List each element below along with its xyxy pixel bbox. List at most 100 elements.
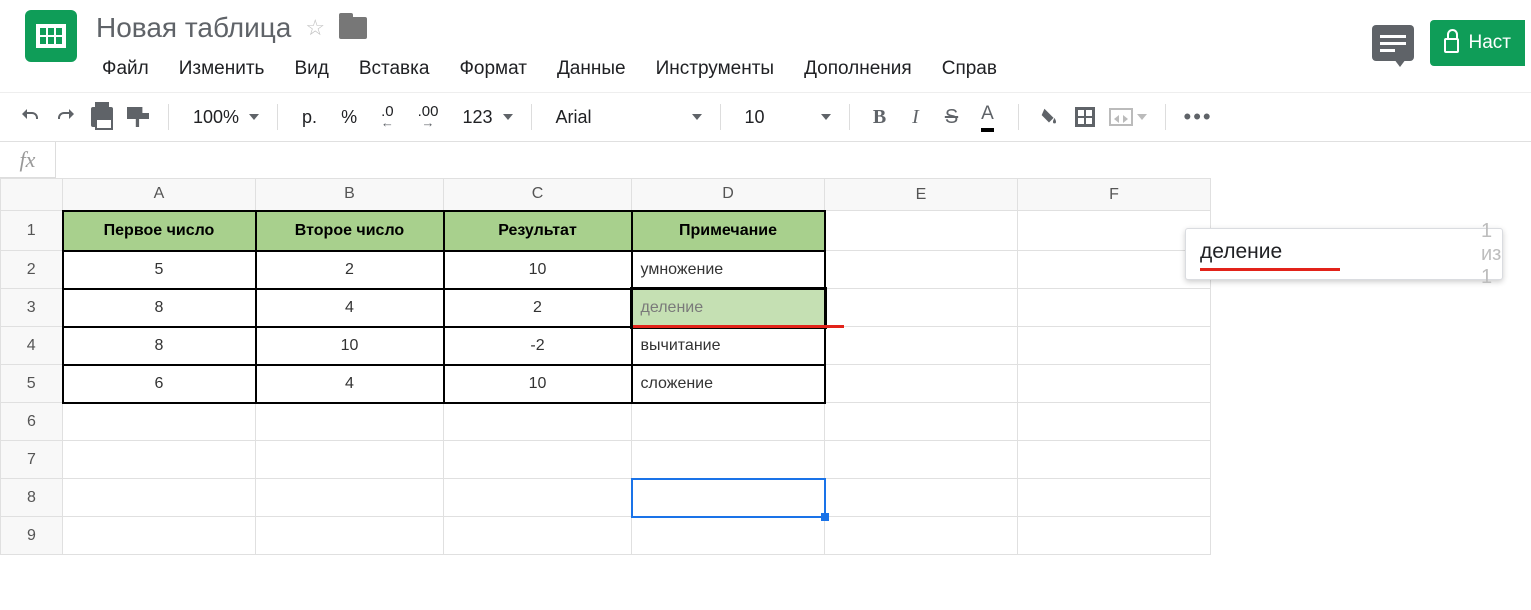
- star-icon[interactable]: ☆: [305, 15, 325, 41]
- cell-a7[interactable]: [63, 441, 256, 479]
- cell-a5[interactable]: 6: [63, 365, 256, 403]
- cell-a8[interactable]: [63, 479, 256, 517]
- menu-data[interactable]: Данные: [551, 54, 632, 84]
- cell-e9[interactable]: [825, 517, 1018, 555]
- merge-cells-button[interactable]: [1105, 101, 1151, 133]
- col-header-f[interactable]: F: [1018, 179, 1211, 211]
- cell-b7[interactable]: [256, 441, 444, 479]
- row-header-9[interactable]: 9: [1, 517, 63, 555]
- cell-f5[interactable]: [1018, 365, 1211, 403]
- cell-f1[interactable]: [1018, 211, 1211, 251]
- row-header-6[interactable]: 6: [1, 403, 63, 441]
- cell-a9[interactable]: [63, 517, 256, 555]
- sheets-logo-icon[interactable]: [25, 10, 77, 62]
- menu-view[interactable]: Вид: [288, 54, 334, 84]
- col-header-d[interactable]: D: [632, 179, 825, 211]
- cell-e6[interactable]: [825, 403, 1018, 441]
- paint-format-button[interactable]: [122, 101, 154, 133]
- cell-f8[interactable]: [1018, 479, 1211, 517]
- number-format-dropdown[interactable]: 123: [452, 101, 516, 133]
- find-input[interactable]: [1200, 240, 1471, 268]
- menu-file[interactable]: Файл: [96, 54, 155, 84]
- text-color-button[interactable]: A: [972, 101, 1004, 133]
- cell-b1[interactable]: Второе число: [256, 211, 444, 251]
- cell-a6[interactable]: [63, 403, 256, 441]
- menu-addons[interactable]: Дополнения: [798, 54, 918, 84]
- menu-edit[interactable]: Изменить: [173, 54, 271, 84]
- cell-d6[interactable]: [632, 403, 825, 441]
- cell-d8-active[interactable]: [632, 479, 825, 517]
- cell-a2[interactable]: 5: [63, 251, 256, 289]
- cell-d1[interactable]: Примечание: [632, 211, 825, 251]
- cell-d7[interactable]: [632, 441, 825, 479]
- cell-c4[interactable]: -2: [444, 327, 632, 365]
- menu-help[interactable]: Справ: [936, 54, 1003, 84]
- folder-icon[interactable]: [339, 17, 367, 39]
- cell-c2[interactable]: 10: [444, 251, 632, 289]
- decrease-decimal-button[interactable]: .0←: [371, 101, 404, 133]
- row-header-8[interactable]: 8: [1, 479, 63, 517]
- cell-e2[interactable]: [825, 251, 1018, 289]
- increase-decimal-button[interactable]: .00→: [408, 101, 449, 133]
- cell-d3[interactable]: деление: [632, 289, 825, 327]
- fill-color-button[interactable]: [1033, 101, 1065, 133]
- percent-button[interactable]: %: [331, 101, 367, 133]
- cell-c9[interactable]: [444, 517, 632, 555]
- cell-b6[interactable]: [256, 403, 444, 441]
- select-all-corner[interactable]: [1, 179, 63, 211]
- cell-e7[interactable]: [825, 441, 1018, 479]
- cell-d4[interactable]: вычитание: [632, 327, 825, 365]
- col-header-e[interactable]: E: [825, 179, 1018, 211]
- menu-insert[interactable]: Вставка: [353, 54, 436, 84]
- fill-handle-icon[interactable]: [821, 513, 829, 521]
- cell-b3[interactable]: 4: [256, 289, 444, 327]
- row-header-7[interactable]: 7: [1, 441, 63, 479]
- cell-f6[interactable]: [1018, 403, 1211, 441]
- menu-tools[interactable]: Инструменты: [650, 54, 780, 84]
- row-header-4[interactable]: 4: [1, 327, 63, 365]
- strikethrough-button[interactable]: S: [936, 101, 968, 133]
- row-header-1[interactable]: 1: [1, 211, 63, 251]
- font-size-dropdown[interactable]: 10: [735, 101, 835, 133]
- cell-b9[interactable]: [256, 517, 444, 555]
- zoom-dropdown[interactable]: 100%: [183, 101, 263, 133]
- cell-a1[interactable]: Первое число: [63, 211, 256, 251]
- document-title[interactable]: Новая таблица: [96, 12, 291, 44]
- comments-icon[interactable]: [1372, 25, 1414, 61]
- cell-b4[interactable]: 10: [256, 327, 444, 365]
- cell-c1[interactable]: Результат: [444, 211, 632, 251]
- cell-b5[interactable]: 4: [256, 365, 444, 403]
- cell-c3[interactable]: 2: [444, 289, 632, 327]
- sheet-grid[interactable]: A B C D E F 1 Первое число Второе число …: [0, 178, 1211, 555]
- redo-button[interactable]: [50, 101, 82, 133]
- row-header-5[interactable]: 5: [1, 365, 63, 403]
- cell-e1[interactable]: [825, 211, 1018, 251]
- cell-d9[interactable]: [632, 517, 825, 555]
- menu-format[interactable]: Формат: [453, 54, 533, 84]
- cell-c6[interactable]: [444, 403, 632, 441]
- print-button[interactable]: [86, 101, 118, 133]
- undo-button[interactable]: [14, 101, 46, 133]
- cell-f4[interactable]: [1018, 327, 1211, 365]
- cell-f7[interactable]: [1018, 441, 1211, 479]
- cell-c7[interactable]: [444, 441, 632, 479]
- cell-d5[interactable]: сложение: [632, 365, 825, 403]
- borders-button[interactable]: [1069, 101, 1101, 133]
- currency-button[interactable]: р.: [292, 101, 327, 133]
- col-header-a[interactable]: A: [63, 179, 256, 211]
- italic-button[interactable]: I: [900, 101, 932, 133]
- share-button[interactable]: Наст: [1430, 20, 1526, 66]
- row-header-3[interactable]: 3: [1, 289, 63, 327]
- cell-e5[interactable]: [825, 365, 1018, 403]
- font-dropdown[interactable]: Arial: [546, 101, 706, 133]
- bold-button[interactable]: B: [864, 101, 896, 133]
- cell-b8[interactable]: [256, 479, 444, 517]
- cell-e4[interactable]: [825, 327, 1018, 365]
- cell-b2[interactable]: 2: [256, 251, 444, 289]
- row-header-2[interactable]: 2: [1, 251, 63, 289]
- cell-c5[interactable]: 10: [444, 365, 632, 403]
- cell-c8[interactable]: [444, 479, 632, 517]
- col-header-b[interactable]: B: [256, 179, 444, 211]
- cell-f3[interactable]: [1018, 289, 1211, 327]
- cell-e8[interactable]: [825, 479, 1018, 517]
